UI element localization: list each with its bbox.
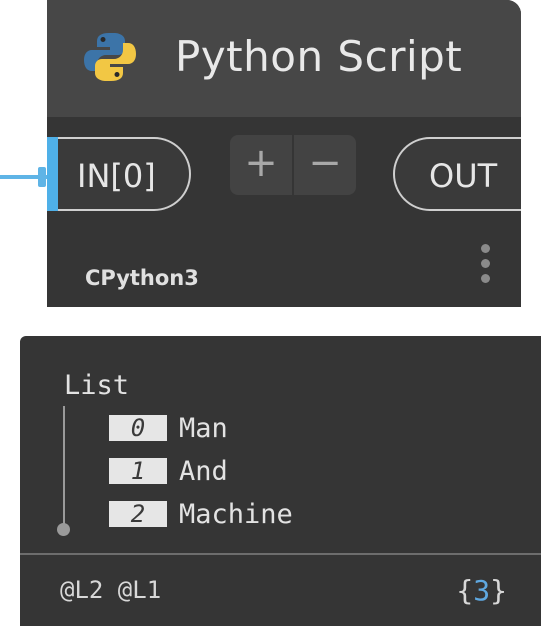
list-tree-end-dot bbox=[57, 523, 70, 536]
list-item-value: Machine bbox=[179, 498, 293, 530]
node-title: Python Script bbox=[175, 32, 463, 81]
list-levels-label: @L2 @L1 bbox=[60, 576, 162, 604]
python-logo-icon bbox=[84, 33, 136, 81]
list-item-value: Man bbox=[179, 412, 228, 444]
input-port-connected-indicator bbox=[47, 137, 58, 211]
input-count-controls: + − bbox=[230, 135, 356, 195]
node-preview-panel[interactable]: List 0 Man 1 And 2 Machine @L2 @L1 {3} bbox=[20, 336, 541, 626]
list-item: 0 Man bbox=[109, 412, 228, 444]
list-item-index: 0 bbox=[109, 415, 167, 441]
preview-divider bbox=[20, 553, 541, 555]
list-item: 2 Machine bbox=[109, 498, 293, 530]
node-header[interactable]: Python Script bbox=[47, 0, 521, 117]
list-item-index: 1 bbox=[109, 458, 167, 484]
list-count: {3} bbox=[456, 574, 507, 607]
list-item-index: 2 bbox=[109, 501, 167, 527]
count-open-brace: { bbox=[456, 574, 474, 607]
count-close-brace: } bbox=[490, 574, 507, 607]
python-script-node[interactable]: Python Script IN[0] + − OUT CPython3 bbox=[47, 0, 521, 307]
list-tree-line bbox=[63, 406, 65, 528]
list-label: List bbox=[64, 370, 130, 401]
vertical-dots-icon[interactable] bbox=[478, 244, 492, 292]
list-item-value: And bbox=[179, 455, 228, 487]
input-port-in0[interactable]: IN[0] bbox=[47, 137, 191, 211]
python-engine-label[interactable]: CPython3 bbox=[85, 266, 199, 290]
list-item: 1 And bbox=[109, 455, 228, 487]
add-input-button[interactable]: + bbox=[230, 135, 292, 195]
list-count-value: 3 bbox=[473, 574, 491, 607]
input-port-label: IN[0] bbox=[77, 157, 156, 195]
output-port-out[interactable]: OUT bbox=[393, 137, 521, 211]
output-port-label: OUT bbox=[429, 157, 498, 195]
input-wire-connector bbox=[38, 167, 46, 187]
remove-input-button[interactable]: − bbox=[294, 135, 356, 195]
